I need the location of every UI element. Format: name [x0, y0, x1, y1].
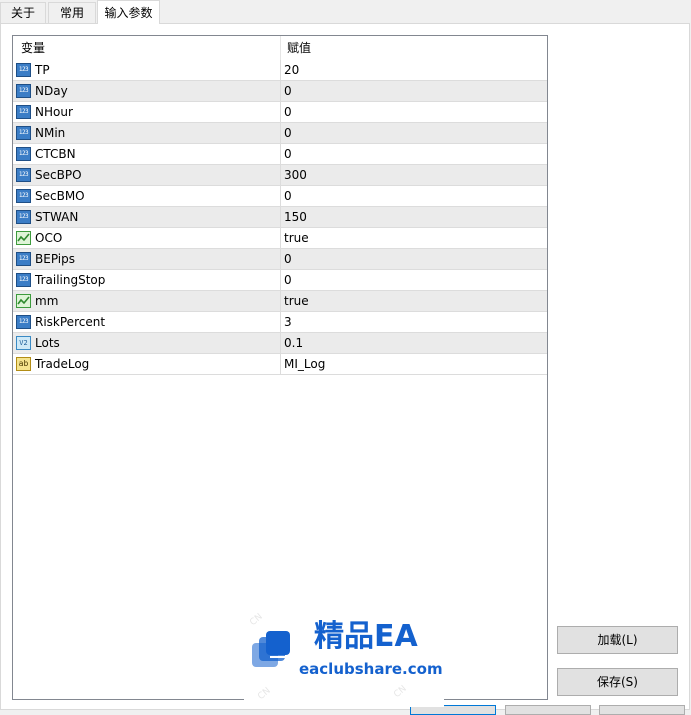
- watermark-faint-text: CN: [256, 685, 273, 703]
- int-type-icon: 123: [16, 105, 31, 119]
- parameter-name: TrailingStop: [35, 273, 106, 287]
- parameter-value[interactable]: 0: [281, 123, 547, 143]
- parameter-name-cell: 123 BEPips: [13, 249, 281, 269]
- int-type-icon: 123: [16, 63, 31, 77]
- tab-about[interactable]: 关于: [0, 2, 46, 23]
- parameter-row[interactable]: 123 RiskPercent 3: [13, 312, 547, 333]
- parameter-row[interactable]: 123 CTCBN 0: [13, 144, 547, 165]
- watermark: 精品EA eaclubshare.com CN CN CN: [244, 607, 444, 707]
- parameter-name-cell: 123 SecBPO: [13, 165, 281, 185]
- parameter-value[interactable]: 300: [281, 165, 547, 185]
- parameter-row[interactable]: 123 BEPips 0: [13, 249, 547, 270]
- parameter-value[interactable]: true: [281, 291, 547, 311]
- parameter-name: OCO: [35, 231, 63, 245]
- parameter-value[interactable]: 0: [281, 270, 547, 290]
- reset-button[interactable]: [599, 705, 685, 715]
- int-type-icon: 123: [16, 273, 31, 287]
- parameter-row[interactable]: mm true: [13, 291, 547, 312]
- parameter-row[interactable]: 123 NHour 0: [13, 102, 547, 123]
- parameter-value[interactable]: 0: [281, 249, 547, 269]
- parameter-name: NMin: [35, 126, 66, 140]
- bool-type-icon: [16, 231, 31, 245]
- parameter-row[interactable]: 123 NMin 0: [13, 123, 547, 144]
- parameter-name: NHour: [35, 105, 73, 119]
- parameter-name-cell: mm: [13, 291, 281, 311]
- tab-bar: 关于 常用 输入参数: [0, 0, 691, 24]
- parameter-name: mm: [35, 294, 59, 308]
- parameter-name-cell: OCO: [13, 228, 281, 248]
- parameter-row[interactable]: 123 NDay 0: [13, 81, 547, 102]
- parameter-name-cell: 123 NHour: [13, 102, 281, 122]
- parameter-name-cell: ab TradeLog: [13, 354, 281, 374]
- int-type-icon: 123: [16, 147, 31, 161]
- parameter-row[interactable]: 123 TP 20: [13, 60, 547, 81]
- parameter-row[interactable]: 123 SecBPO 300: [13, 165, 547, 186]
- parameter-value[interactable]: true: [281, 228, 547, 248]
- parameter-name: BEPips: [35, 252, 75, 266]
- parameter-name-cell: 123 NMin: [13, 123, 281, 143]
- parameter-name-cell: 123 RiskPercent: [13, 312, 281, 332]
- watermark-faint-text: CN: [392, 683, 409, 701]
- int-type-icon: 123: [16, 126, 31, 140]
- parameter-value[interactable]: 20: [281, 60, 547, 80]
- parameter-name: Lots: [35, 336, 60, 350]
- column-header-value[interactable]: 赋值: [281, 36, 553, 60]
- int-type-icon: 123: [16, 252, 31, 266]
- parameter-name-cell: V2 Lots: [13, 333, 281, 353]
- parameter-name: SecBPO: [35, 168, 82, 182]
- parameter-name-cell: 123 CTCBN: [13, 144, 281, 164]
- parameter-name: CTCBN: [35, 147, 76, 161]
- parameter-value[interactable]: MI_Log: [281, 354, 547, 374]
- int-type-icon: 123: [16, 189, 31, 203]
- int-type-icon: 123: [16, 210, 31, 224]
- parameter-value[interactable]: 0: [281, 102, 547, 122]
- parameter-row[interactable]: V2 Lots 0.1: [13, 333, 547, 354]
- load-button[interactable]: 加载(L): [557, 626, 678, 654]
- parameter-row[interactable]: 123 STWAN 150: [13, 207, 547, 228]
- parameter-row[interactable]: ab TradeLog MI_Log: [13, 354, 547, 375]
- parameter-value[interactable]: 0: [281, 144, 547, 164]
- cancel-button[interactable]: [505, 705, 591, 715]
- parameter-value[interactable]: 0: [281, 81, 547, 101]
- parameter-name-cell: 123 NDay: [13, 81, 281, 101]
- column-header-variable[interactable]: 变量: [13, 36, 281, 60]
- watermark-title: 精品EA: [314, 619, 418, 654]
- int-type-icon: 123: [16, 84, 31, 98]
- bool-type-icon: [16, 294, 31, 308]
- watermark-site: eaclubshare.com: [299, 660, 443, 678]
- tab-common[interactable]: 常用: [48, 2, 96, 23]
- parameter-name-cell: 123 TP: [13, 60, 281, 80]
- parameter-name-cell: 123 SecBMO: [13, 186, 281, 206]
- parameter-name: STWAN: [35, 210, 79, 224]
- double-type-icon: V2: [16, 336, 31, 350]
- save-button[interactable]: 保存(S): [557, 668, 678, 696]
- parameter-value[interactable]: 0: [281, 186, 547, 206]
- parameter-name-cell: 123 TrailingStop: [13, 270, 281, 290]
- parameters-list[interactable]: 变量 赋值 123 TP 20 123 NDay 0 123 NHour 0 123 NMin 0 12…: [12, 35, 548, 700]
- parameter-row[interactable]: 123 SecBMO 0: [13, 186, 547, 207]
- list-header: 变量 赋值: [13, 36, 547, 60]
- parameter-name: TP: [35, 63, 50, 77]
- int-type-icon: 123: [16, 168, 31, 182]
- watermark-faint-text: CN: [248, 611, 265, 629]
- parameter-value[interactable]: 0.1: [281, 333, 547, 353]
- parameter-row[interactable]: 123 TrailingStop 0: [13, 270, 547, 291]
- string-type-icon: ab: [16, 357, 31, 371]
- watermark-logo-icon: [252, 631, 290, 667]
- parameter-name: TradeLog: [35, 357, 90, 371]
- parameter-name: NDay: [35, 84, 68, 98]
- parameter-value[interactable]: 3: [281, 312, 547, 332]
- parameter-value[interactable]: 150: [281, 207, 547, 227]
- tab-inputs[interactable]: 输入参数: [97, 0, 160, 24]
- parameter-name: SecBMO: [35, 189, 85, 203]
- int-type-icon: 123: [16, 315, 31, 329]
- parameter-row[interactable]: OCO true: [13, 228, 547, 249]
- parameter-name: RiskPercent: [35, 315, 106, 329]
- parameter-rows: 123 TP 20 123 NDay 0 123 NHour 0 123 NMin 0 123 CTCBN…: [13, 60, 547, 375]
- parameter-name-cell: 123 STWAN: [13, 207, 281, 227]
